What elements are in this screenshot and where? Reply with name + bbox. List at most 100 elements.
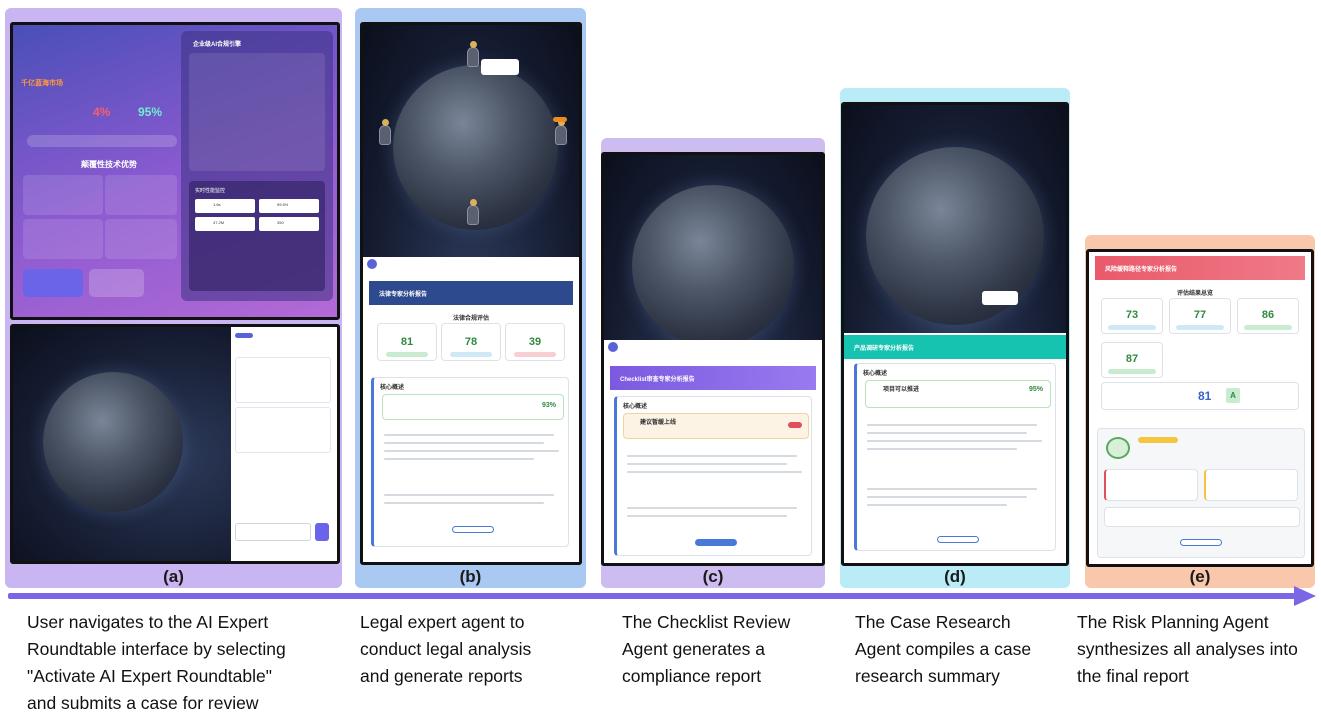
step-b-panel: 法律专家分析报告 法律合规评估 81 78 39 核心概述 93% (b) xyxy=(355,8,586,588)
score-value: 78 xyxy=(464,336,478,348)
step-e-screenshot: 风险缓释路径专家分析报告 评估结果总览 73 77 86 87 81 A xyxy=(1086,249,1314,567)
stat-value: 4% xyxy=(93,105,111,119)
case-research-report: 产品调研专家分析报告 核心概述 项目可以推进 95% xyxy=(844,333,1066,563)
roundtable-sphere xyxy=(43,372,183,512)
score-value: 73 xyxy=(1125,309,1139,321)
total-score: 81 xyxy=(1198,389,1212,403)
score-card: 86 xyxy=(1237,298,1299,334)
alert-title: 建议暂缓上线 xyxy=(640,420,677,426)
step-letter: (c) xyxy=(702,567,724,586)
step-d-panel: 产品调研专家分析报告 核心概述 项目可以推进 95% (d) xyxy=(840,88,1070,588)
caption-line: The Risk Planning Agent xyxy=(1077,612,1269,632)
caption-line: research summary xyxy=(855,666,1000,686)
hero-heading: 千亿蓝海市场 xyxy=(21,80,63,87)
engine-panel: 企业级AI合规引擎 实时性能监控 1.6s 99.5% 47.2M 350 xyxy=(181,31,333,301)
agent-speech-bubble xyxy=(982,291,1018,305)
score-value: 86 xyxy=(1261,309,1275,321)
engine-title: 企业级AI合规引擎 xyxy=(193,42,242,48)
stat-value: 95% xyxy=(138,105,163,119)
step-letter: (a) xyxy=(163,567,184,586)
report-title: 风险缓释路径专家分析报告 xyxy=(1105,267,1178,273)
timeline-arrowhead xyxy=(1294,586,1316,606)
caption-line: Roundtable interface by selecting xyxy=(27,639,286,659)
step-c-screenshot: Checklist审查专家分析报告 核心概述 建议暂缓上线 xyxy=(601,152,825,566)
checklist-report: Checklist审查专家分析报告 核心概述 建议暂缓上线 xyxy=(604,340,822,563)
caption-line: and generate reports xyxy=(360,666,523,686)
agent-avatar xyxy=(555,119,567,145)
core-title: 核心概述 xyxy=(863,371,888,377)
report-title: 法律专家分析报告 xyxy=(379,292,428,298)
core-item: 项目可以推进 xyxy=(883,387,920,393)
caption-line: the final report xyxy=(1077,666,1189,686)
agent-avatar xyxy=(379,119,391,145)
caption-line: The Case Research xyxy=(855,612,1011,632)
section-title: 评估结果总览 xyxy=(1177,291,1214,297)
view-detail-button[interactable] xyxy=(452,526,494,533)
caption-line: compliance report xyxy=(622,666,762,686)
step-d-screenshot: 产品调研专家分析报告 核心概述 项目可以推进 95% xyxy=(841,102,1069,566)
roundtable-sphere xyxy=(632,185,794,347)
secondary-button[interactable] xyxy=(89,269,144,297)
timeline-arrow xyxy=(8,593,1298,599)
core-percent: 95% xyxy=(1029,386,1044,393)
step-d-caption: The Case Research Agent compiles a case … xyxy=(855,609,1070,690)
grade-value: A xyxy=(1230,391,1236,400)
core-overview: 核心概述 建议暂缓上线 xyxy=(614,396,812,556)
report-header: Checklist审查专家分析报告 xyxy=(610,366,816,390)
core-overview: 核心概述 项目可以推进 95% xyxy=(854,363,1056,551)
core-title: 核心概述 xyxy=(623,404,648,410)
agent-avatar xyxy=(467,41,479,67)
caption-line: The Checklist Review xyxy=(622,612,791,632)
caption-line: Agent generates a xyxy=(622,639,766,659)
step-a-landing-screenshot: 千亿蓝海市场 4% 95% 颠覆性技术优势 企业级AI合规引擎 实时性能监控 1… xyxy=(10,22,340,320)
chat-panel xyxy=(231,327,337,561)
legal-report: 法律专家分析报告 法律合规评估 81 78 39 核心概述 93% xyxy=(363,257,579,562)
report-title: 产品调研专家分析报告 xyxy=(854,346,915,352)
score-card: 77 xyxy=(1169,298,1231,334)
agent-speech-bubble xyxy=(481,59,519,75)
score-value: 77 xyxy=(1193,309,1207,321)
step-b-caption: Legal expert agent to conduct legal anal… xyxy=(360,609,590,690)
monitor-value: 99.5% xyxy=(277,202,289,207)
alert-box: 建议暂缓上线 xyxy=(623,413,809,439)
caption-line: and submits a case for review xyxy=(27,693,259,713)
score-card: 39 xyxy=(505,323,565,361)
monitor-title: 实时性能监控 xyxy=(195,188,226,194)
report-header: 风险缓释路径专家分析报告 xyxy=(1095,256,1305,280)
score-card: 78 xyxy=(441,323,501,361)
tech-advantage-title: 颠覆性技术优势 xyxy=(81,160,137,169)
score-value: 81 xyxy=(400,336,414,348)
caption-line: "Activate AI Expert Roundtable" xyxy=(27,666,272,686)
step-e-caption: The Risk Planning Agent synthesizes all … xyxy=(1077,609,1317,690)
view-detail-button[interactable] xyxy=(937,536,979,543)
case-input[interactable] xyxy=(235,523,311,541)
score-value: 87 xyxy=(1125,353,1139,365)
score-card: 81 xyxy=(377,323,437,361)
view-detail-button[interactable] xyxy=(695,539,737,546)
core-title: 核心概述 xyxy=(380,385,405,391)
risk-summary xyxy=(1097,428,1305,558)
step-c-panel: Checklist审查专家分析报告 核心概述 建议暂缓上线 (c) xyxy=(601,138,825,588)
section-title: 法律合规评估 xyxy=(453,316,490,322)
step-e-panel: 风险缓释路径专家分析报告 评估结果总览 73 77 86 87 81 A (e) xyxy=(1085,235,1315,588)
step-a-caption: User navigates to the AI Expert Roundtab… xyxy=(27,609,337,713)
activate-roundtable-button[interactable] xyxy=(23,269,83,297)
step-letter: (d) xyxy=(944,567,966,586)
caption-line: Agent compiles a case xyxy=(855,639,1032,659)
send-button[interactable] xyxy=(315,523,329,541)
monitor-value: 350 xyxy=(277,220,284,225)
total-score-card: 81 A xyxy=(1101,382,1299,410)
step-c-caption: The Checklist Review Agent generates a c… xyxy=(622,609,832,690)
grade-badge: A xyxy=(1226,388,1240,403)
core-overview: 核心概述 93% xyxy=(371,377,569,547)
step-a-roundtable-screenshot xyxy=(10,324,340,564)
view-detail-button[interactable] xyxy=(1180,539,1222,546)
score-card: 73 xyxy=(1101,298,1163,334)
speaking-tag xyxy=(553,117,567,122)
score-value: 39 xyxy=(528,336,542,348)
core-percent: 93% xyxy=(542,402,557,409)
step-a-panel: 千亿蓝海市场 4% 95% 颠覆性技术优势 企业级AI合规引擎 实时性能监控 1… xyxy=(5,8,342,588)
agent-avatar xyxy=(467,199,479,225)
score-card: 87 xyxy=(1101,342,1163,378)
step-letter: (e) xyxy=(1189,567,1211,586)
